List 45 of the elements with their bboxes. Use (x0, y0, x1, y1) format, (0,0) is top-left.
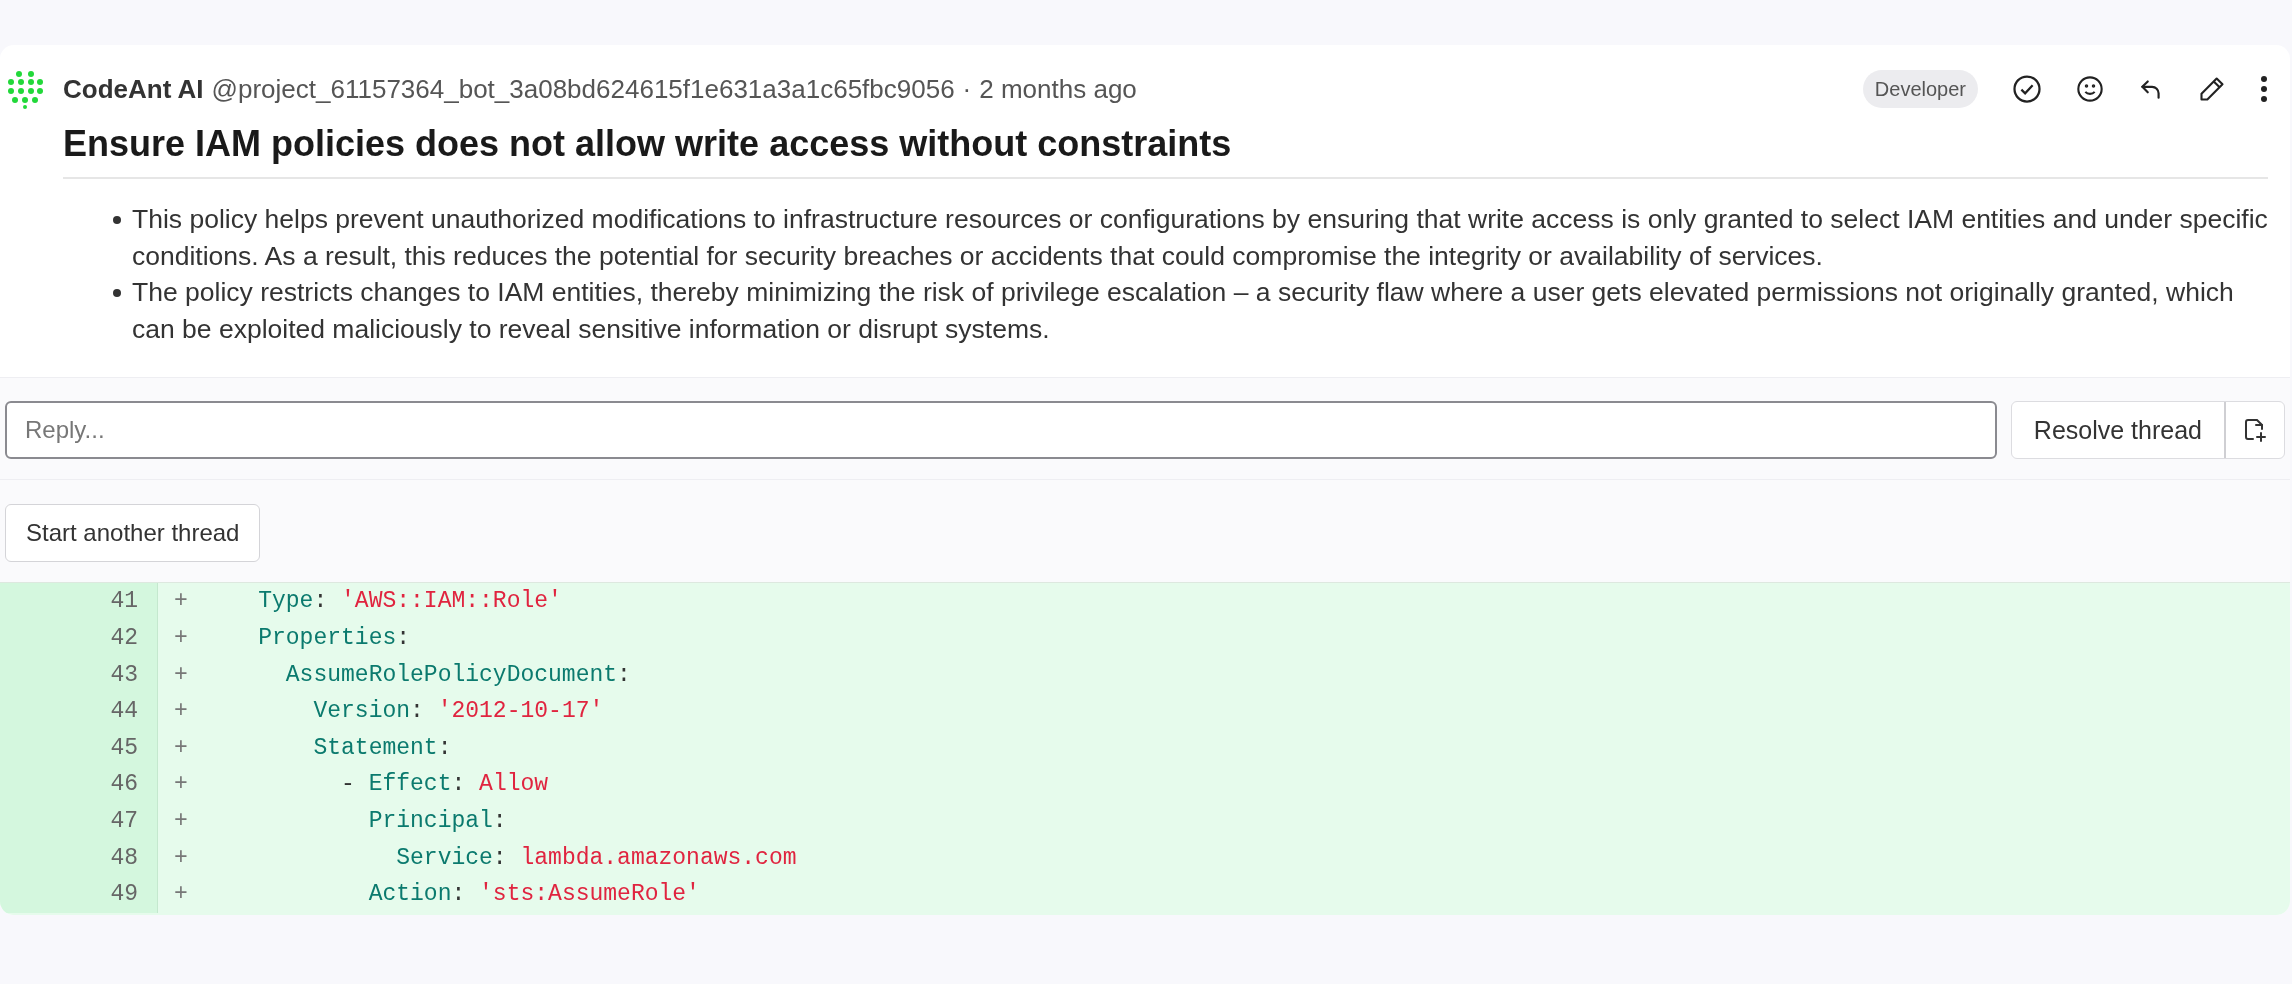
timestamp[interactable]: 2 months ago (979, 69, 1137, 109)
separator: · (962, 72, 972, 106)
code-line: Properties: (257, 624, 411, 653)
author-handle: @project_61157364_bot_3a08bd624615f1e631a3a1c65fbc9056 (211, 72, 955, 106)
role-badge: Developer (1862, 70, 1978, 108)
bullet-icon (113, 289, 121, 298)
document-plus-icon (2243, 417, 2267, 444)
diff-sign: + (174, 770, 188, 800)
line-number: 41 (110, 587, 138, 617)
line-number: 42 (110, 624, 138, 653)
bullet-text: This policy helps prevent unauthorized modifications to infrastructure resources or configurations by ensuring that write access is only granted to select IAM entities and under specific conditions. As a result, this reduces the potential for security breaches or accidents that could compromise the integrity or availability of services. (132, 204, 2268, 271)
code-line: Action: 'sts:AssumeRole' (367, 880, 700, 910)
smiley-icon[interactable] (2076, 75, 2104, 103)
edit-icon[interactable] (2198, 75, 2226, 103)
code-line: Version: '2012-10-17' (312, 697, 604, 727)
line-number: 48 (110, 843, 138, 873)
diff-sign: + (174, 697, 188, 727)
diff-sign: + (174, 587, 188, 617)
code-line: AssumeRolePolicyDocument: (284, 660, 631, 690)
line-number: 45 (110, 733, 138, 763)
diff-sign: + (174, 807, 188, 836)
comment-title: Ensure IAM policies does not allow write access without constraints (63, 119, 2268, 179)
diff-sign: + (174, 624, 188, 653)
bullet-icon (113, 216, 121, 224)
line-number: 43 (110, 660, 138, 690)
code-line: Service: lambda.amazonaws.com (395, 843, 797, 873)
line-number: 47 (110, 807, 138, 836)
diff-sign: + (174, 880, 188, 910)
diff-sign: + (174, 843, 188, 873)
code-line: Type: 'AWS::IAM::Role' (257, 587, 562, 617)
start-another-thread-button[interactable]: Start another thread (5, 504, 261, 563)
diff-sign: + (174, 733, 188, 763)
line-number: 46 (110, 770, 138, 800)
more-options-icon[interactable] (2260, 75, 2268, 103)
avatar-icon (5, 69, 45, 109)
code-line: - Effect: Allow (340, 770, 549, 800)
reply-field[interactable]: Reply... (5, 401, 1997, 460)
code-line: Principal: (367, 807, 507, 836)
line-number: 44 (110, 697, 138, 727)
bullet-text: The policy restricts changes to IAM entities, thereby minimizing the risk of privilege escalation – a security flaw where a user gets elevated permissions not originally granted, which can be exploited maliciously to reveal sensitive information or disrupt systems. (132, 277, 2234, 344)
author-name[interactable]: CodeAnt AI (63, 69, 204, 109)
resolve-icon[interactable] (2012, 74, 2042, 104)
diff-sign: + (174, 660, 188, 690)
code-line: Statement: (312, 733, 452, 763)
line-number: 49 (110, 880, 138, 910)
